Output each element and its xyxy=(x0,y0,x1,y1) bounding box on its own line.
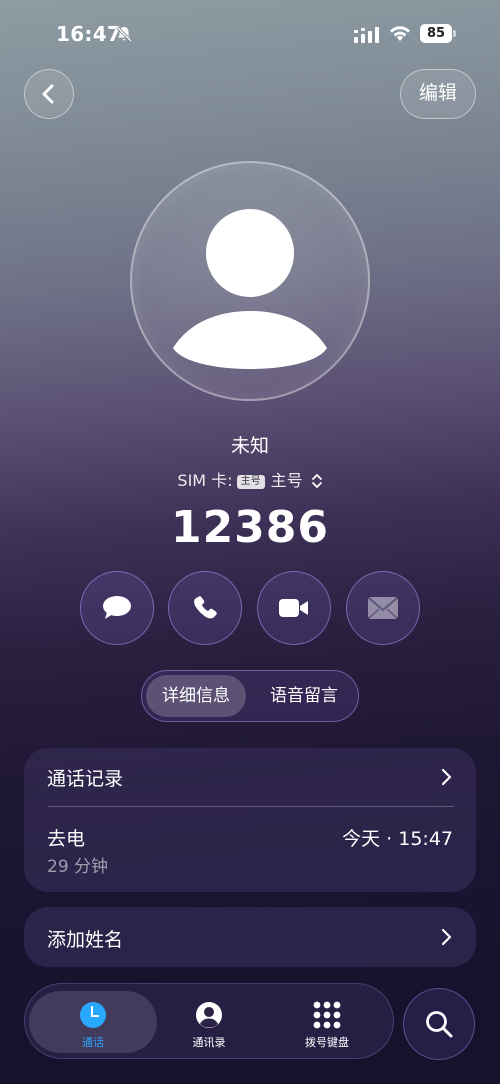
add-name-label: 添加姓名 xyxy=(47,929,124,951)
video-call-button[interactable] xyxy=(257,571,331,645)
keypad-icon xyxy=(313,1001,341,1029)
detail-segmented-control: 详细信息 语音留言 xyxy=(141,670,359,722)
signal-icon xyxy=(354,27,379,43)
message-button[interactable] xyxy=(80,571,154,645)
phone-number: 12386 xyxy=(170,502,330,553)
sim-selector[interactable]: SIM 卡: 主号 主号 xyxy=(0,467,500,491)
call-button[interactable] xyxy=(168,571,242,645)
status-time: 16:47 xyxy=(56,22,122,46)
battery-icon: 85 xyxy=(420,24,456,43)
status-bar: 16:47 85 xyxy=(0,0,500,66)
nav-calls-label: 通话 xyxy=(82,1036,104,1049)
message-icon xyxy=(103,596,131,619)
battery-tip xyxy=(453,30,456,37)
edit-button[interactable]: 编辑 xyxy=(400,69,476,119)
call-log-time: 今天 · 15:47 xyxy=(342,828,453,850)
updown-icon xyxy=(311,474,322,488)
add-name-row[interactable]: 添加姓名 xyxy=(24,907,476,967)
nav-keypad-label: 拨号键盘 xyxy=(305,1036,349,1049)
nav-contacts[interactable]: 通讯录 xyxy=(169,984,249,1060)
nav-calls[interactable]: 通话 xyxy=(53,984,133,1060)
search-button[interactable] xyxy=(403,988,475,1060)
nav-contacts-label: 通讯录 xyxy=(192,1036,226,1049)
avatar xyxy=(130,161,370,401)
chevron-left-icon xyxy=(42,84,54,104)
call-log-card: 通话记录 去电 29 分钟 今天 · 15:47 xyxy=(24,748,476,892)
tab-voicemail[interactable]: 语音留言 xyxy=(252,675,356,717)
sim-label: SIM 卡: xyxy=(177,471,233,490)
nav-keypad[interactable]: 拨号键盘 xyxy=(287,984,367,1060)
divider xyxy=(48,806,454,807)
bell-mute-icon xyxy=(115,25,133,43)
search-icon xyxy=(426,1011,453,1038)
call-log-title[interactable]: 通话记录 xyxy=(47,764,123,791)
call-log-duration: 29 分钟 xyxy=(47,857,109,877)
person-icon xyxy=(196,1002,222,1028)
sim-chip: 主号 xyxy=(236,475,265,489)
wifi-icon xyxy=(390,26,410,41)
clock-icon xyxy=(80,1002,106,1028)
bottom-nav: 通话 通讯录 拨号键盘 xyxy=(24,983,394,1059)
tab-details[interactable]: 详细信息 xyxy=(146,675,246,717)
phone-icon xyxy=(194,596,217,619)
avatar-person-icon xyxy=(173,209,327,369)
back-button[interactable] xyxy=(24,69,74,119)
battery-level: 85 xyxy=(420,24,452,43)
chevron-right-icon[interactable] xyxy=(440,767,454,787)
sim-value: 主号 xyxy=(270,471,303,490)
video-icon xyxy=(279,599,308,617)
contact-name: 未知 xyxy=(230,435,269,457)
mail-icon xyxy=(368,597,398,619)
chevron-right-icon xyxy=(441,928,452,946)
call-log-type: 去电 xyxy=(47,828,86,850)
mail-button[interactable] xyxy=(346,571,420,645)
